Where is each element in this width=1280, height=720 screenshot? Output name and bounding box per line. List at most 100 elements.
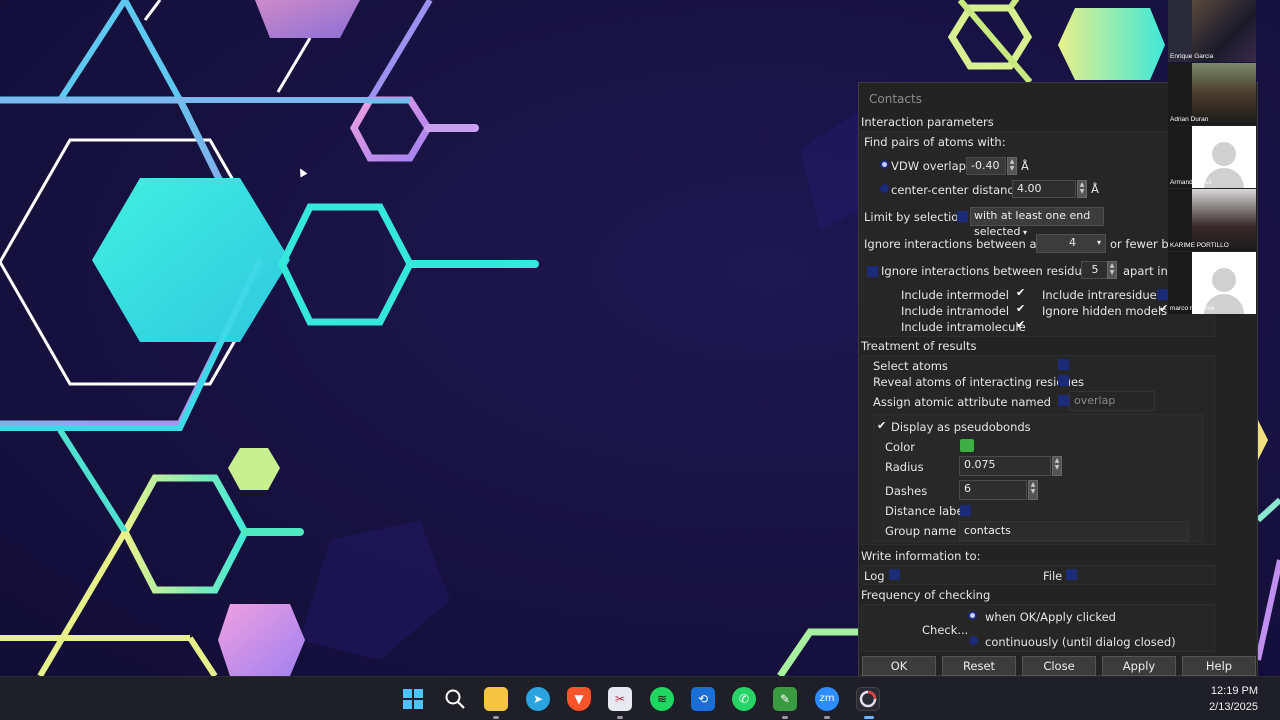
- ignore-atoms-suffix: or fewer bo: [1110, 237, 1176, 251]
- radius-spinner[interactable]: ▲ ▼: [1052, 456, 1062, 476]
- participant-name: Enrique Garcia: [1170, 53, 1214, 60]
- attribute-name-input[interactable]: overlap: [1069, 391, 1155, 411]
- dashes-label: Dashes: [885, 484, 928, 498]
- taskbar: ➤ ▼ ✂ ≋ ⟲ ✆ ✎ zm 12:19 PM 2/13/2025: [0, 676, 1280, 720]
- pseudobond-color-swatch[interactable]: [960, 439, 974, 452]
- center-distance-radio[interactable]: [880, 184, 889, 193]
- participant-name: marco riquelme: [1170, 305, 1215, 312]
- zoom-icon[interactable]: zm: [815, 687, 839, 711]
- select-atoms-label: Select atoms: [873, 359, 948, 373]
- display-pseudobonds-checkbox[interactable]: ✔: [877, 420, 888, 431]
- group-name-input[interactable]: contacts: [959, 521, 1189, 541]
- ignore-atoms-value: 4: [1069, 236, 1076, 249]
- center-distance-unit: Å: [1091, 182, 1099, 196]
- radius-input[interactable]: 0.075: [959, 456, 1051, 476]
- vdw-spinner[interactable]: ▲ ▼: [1007, 157, 1017, 175]
- include-intramolecule-checkbox[interactable]: ✔: [1016, 319, 1027, 330]
- include-intraresidue-checkbox[interactable]: [1157, 289, 1168, 300]
- clock-time: 12:19 PM: [1210, 685, 1258, 697]
- windows-start-icon[interactable]: [401, 687, 425, 711]
- running-indicator: [617, 716, 623, 719]
- treatment-heading: Treatment of results: [861, 339, 977, 353]
- running-indicator: [824, 716, 830, 719]
- active-indicator: [864, 716, 874, 719]
- assign-attribute-label: Assign atomic attribute named: [873, 395, 1051, 409]
- write-info-heading: Write information to:: [861, 549, 981, 563]
- select-atoms-checkbox[interactable]: [1058, 359, 1069, 370]
- radius-label: Radius: [885, 460, 924, 474]
- telegram-icon[interactable]: ➤: [526, 687, 550, 711]
- ignore-hidden-models-label: Ignore hidden models: [1042, 304, 1168, 318]
- color-label: Color: [885, 440, 916, 454]
- ignore-residues-checkbox[interactable]: [867, 266, 878, 277]
- include-intermodel-checkbox[interactable]: ✔: [1016, 287, 1027, 298]
- continuously-radio[interactable]: [969, 636, 978, 645]
- continuously-label: continuously (until dialog closed): [985, 635, 1176, 649]
- limit-by-selection-checkbox[interactable]: [957, 211, 968, 222]
- dashes-input[interactable]: 6: [959, 480, 1027, 500]
- dialog-title: Contacts: [869, 92, 922, 106]
- clock-date: 2/13/2025: [1209, 701, 1258, 713]
- spotify-icon[interactable]: ≋: [650, 687, 674, 711]
- file-checkbox[interactable]: [1066, 569, 1077, 580]
- distance-label-label: Distance label: [885, 504, 967, 518]
- interaction-parameters-heading: Interaction parameters: [861, 115, 994, 129]
- log-checkbox[interactable]: [889, 569, 900, 580]
- brave-icon[interactable]: ▼: [567, 687, 591, 711]
- reset-button[interactable]: Reset: [942, 656, 1016, 676]
- participant-tile[interactable]: Enrique Garcia: [1168, 0, 1256, 62]
- app-icon[interactable]: ⟲: [691, 687, 715, 711]
- include-intramodel-label: Include intramodel: [901, 304, 1010, 318]
- notepad-icon[interactable]: ✎: [773, 687, 797, 711]
- vdw-overlap-input[interactable]: -0.40: [966, 157, 1006, 175]
- vdw-unit: Å: [1021, 159, 1029, 173]
- participant-tile[interactable]: KARIME PORTILLO: [1168, 189, 1256, 251]
- vdw-overlap-radio[interactable]: [882, 162, 887, 167]
- file-explorer-icon[interactable]: [484, 687, 508, 711]
- chevron-down-icon: ▾: [1020, 228, 1027, 237]
- write-info-panel: [861, 565, 1215, 585]
- chimerax-icon[interactable]: [856, 687, 880, 711]
- participant-tile[interactable]: Adrian Duran: [1168, 63, 1256, 125]
- log-label: Log: [864, 569, 885, 583]
- help-button[interactable]: Help: [1182, 656, 1256, 676]
- reveal-atoms-checkbox[interactable]: [1058, 375, 1069, 386]
- dashes-spinner[interactable]: ▲ ▼: [1028, 480, 1038, 500]
- display-pseudobonds-label: Display as pseudobonds: [891, 420, 1031, 434]
- search-icon[interactable]: [443, 687, 467, 711]
- ignore-residues-spinner[interactable]: ▲ ▼: [1107, 261, 1117, 279]
- frequency-heading: Frequency of checking: [861, 588, 991, 602]
- file-label: File: [1043, 569, 1063, 583]
- ignore-residues-label: Ignore interactions between residues <: [881, 264, 1109, 278]
- participant-tile[interactable]: Armando Cruz: [1168, 126, 1256, 188]
- participant-name: Adrian Duran: [1170, 116, 1209, 123]
- include-intramodel-checkbox[interactable]: ✔: [1016, 303, 1027, 314]
- center-distance-input[interactable]: 4.00: [1012, 180, 1076, 198]
- whatsapp-icon[interactable]: ✆: [732, 687, 756, 711]
- include-intermodel-label: Include intermodel: [901, 288, 1009, 302]
- snipping-tool-icon[interactable]: ✂: [608, 687, 632, 711]
- limit-by-selection-label: Limit by selection: [864, 210, 966, 224]
- group-name-label: Group name: [885, 524, 957, 538]
- ignore-residues-input[interactable]: 5: [1081, 261, 1109, 279]
- participant-tile[interactable]: marco riquelme: [1168, 252, 1256, 314]
- ok-button[interactable]: OK: [862, 656, 936, 676]
- participant-name: Armando Cruz: [1170, 179, 1212, 186]
- include-intramolecule-label: Include intramolecule: [901, 320, 1026, 334]
- apply-button[interactable]: Apply: [1102, 656, 1176, 676]
- when-ok-label: when OK/Apply clicked: [985, 610, 1116, 624]
- participant-name: KARIME PORTILLO: [1170, 242, 1229, 249]
- ignore-atoms-select[interactable]: 4 ▾: [1036, 234, 1106, 253]
- when-ok-radio[interactable]: [970, 613, 975, 618]
- distance-label-checkbox[interactable]: [960, 505, 971, 516]
- limit-by-selection-select[interactable]: with at least one end selected ▾: [970, 207, 1104, 238]
- find-pairs-label: Find pairs of atoms with:: [864, 135, 1006, 149]
- assign-attribute-checkbox[interactable]: [1058, 395, 1069, 406]
- running-indicator: [782, 716, 788, 719]
- close-button[interactable]: Close: [1022, 656, 1096, 676]
- include-intraresidue-label: Include intraresidue: [1042, 288, 1157, 302]
- chevron-down-icon: ▾: [1096, 238, 1101, 247]
- system-clock[interactable]: 12:19 PM 2/13/2025: [1209, 683, 1258, 715]
- check-label: Check...: [922, 623, 969, 637]
- center-distance-spinner[interactable]: ▲ ▼: [1077, 180, 1087, 198]
